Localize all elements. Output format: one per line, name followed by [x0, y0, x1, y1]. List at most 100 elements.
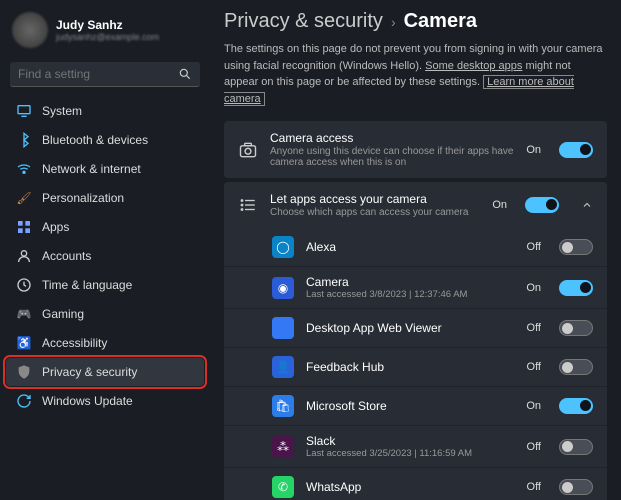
app-icon: 🛍 — [272, 395, 294, 417]
app-sub: Last accessed 3/8/2023 | 12:37:46 AM — [306, 289, 514, 300]
sidebar-item-bluetooth[interactable]: Bluetooth & devices — [6, 126, 204, 154]
app-toggle[interactable] — [559, 359, 593, 375]
search-input[interactable] — [18, 67, 178, 81]
app-toggle[interactable] — [559, 320, 593, 336]
user-profile[interactable]: Judy Sanhz judysanhz@example.com — [6, 8, 204, 58]
clock-icon — [16, 277, 32, 293]
sidebar-item-update[interactable]: Windows Update — [6, 387, 204, 415]
camera-access-title: Camera access — [270, 131, 514, 145]
app-icon: ◯ — [272, 236, 294, 258]
sidebar-item-wifi[interactable]: Network & internet — [6, 155, 204, 183]
access-icon: ♿ — [16, 335, 32, 351]
breadcrumb: Privacy & security › Camera — [224, 10, 607, 33]
sidebar-item-label: Personalization — [42, 191, 124, 205]
app-state: Off — [527, 441, 541, 453]
app-row: ✆ WhatsApp Off — [224, 467, 607, 500]
shield-icon — [16, 364, 32, 380]
sidebar-item-label: Privacy & security — [42, 365, 137, 379]
camera-access-state: On — [526, 144, 541, 156]
list-icon — [238, 195, 258, 215]
app-icon: ◉ — [272, 277, 294, 299]
avatar — [12, 12, 48, 48]
sidebar-item-label: Accessibility — [42, 336, 107, 350]
app-state: Off — [527, 361, 541, 373]
app-name: Feedback Hub — [306, 360, 515, 374]
breadcrumb-parent[interactable]: Privacy & security — [224, 10, 383, 33]
sidebar-item-label: Accounts — [42, 249, 91, 263]
app-toggle[interactable] — [559, 479, 593, 495]
app-row: ⁂ SlackLast accessed 3/25/2023 | 11:16:59… — [224, 425, 607, 467]
let-apps-toggle[interactable] — [525, 197, 559, 213]
camera-access-card: Camera access Anyone using this device c… — [224, 121, 607, 178]
sidebar-item-access[interactable]: ♿ Accessibility — [6, 329, 204, 357]
breadcrumb-current: Camera — [404, 10, 477, 33]
system-icon — [16, 103, 32, 119]
app-icon: ✆ — [272, 476, 294, 498]
sidebar-item-gaming[interactable]: 🎮Gaming — [6, 300, 204, 328]
wifi-icon — [16, 161, 32, 177]
desktop-apps-link[interactable]: Some desktop apps — [425, 60, 522, 72]
sidebar-item-apps[interactable]: Apps — [6, 213, 204, 241]
app-name: Camera — [306, 275, 514, 289]
app-icon: ⁂ — [272, 436, 294, 458]
apps-icon — [16, 219, 32, 235]
chevron-right-icon: › — [391, 14, 396, 30]
chevron-up-icon[interactable] — [581, 199, 593, 211]
camera-icon — [238, 140, 258, 160]
sidebar-item-label: Bluetooth & devices — [42, 133, 148, 147]
sidebar-item-label: Gaming — [42, 307, 84, 321]
update-icon — [16, 393, 32, 409]
sidebar-item-clock[interactable]: Time & language — [6, 271, 204, 299]
app-state: On — [526, 282, 541, 294]
let-apps-state: On — [492, 199, 507, 211]
camera-access-toggle[interactable] — [559, 142, 593, 158]
app-state: Off — [527, 322, 541, 334]
app-name: Desktop App Web Viewer — [306, 321, 515, 335]
user-email: judysanhz@example.com — [56, 32, 159, 42]
let-apps-row[interactable]: Let apps access your camera Choose which… — [224, 182, 607, 228]
sidebar-item-label: Apps — [42, 220, 69, 234]
bluetooth-icon — [16, 132, 32, 148]
app-toggle[interactable] — [559, 239, 593, 255]
app-sub: Last accessed 3/25/2023 | 11:16:59 AM — [306, 448, 515, 459]
app-state: Off — [527, 481, 541, 493]
app-row: Desktop App Web Viewer Off — [224, 308, 607, 347]
app-row: ◯ Alexa Off — [224, 228, 607, 266]
app-row: 👤 Feedback Hub Off — [224, 347, 607, 386]
sidebar-item-brush[interactable]: 🖌 Personalization — [6, 184, 204, 212]
let-apps-card: Let apps access your camera Choose which… — [224, 182, 607, 500]
user-name: Judy Sanhz — [56, 18, 159, 32]
app-toggle[interactable] — [559, 280, 593, 296]
let-apps-sub: Choose which apps can access your camera — [270, 207, 480, 218]
search-icon — [178, 67, 192, 81]
sidebar-item-label: Network & internet — [42, 162, 141, 176]
page-description: The settings on this page do not prevent… — [224, 41, 607, 107]
app-row: ◉ CameraLast accessed 3/8/2023 | 12:37:46… — [224, 266, 607, 308]
sidebar-item-account[interactable]: Accounts — [6, 242, 204, 270]
app-row: 🛍 Microsoft Store On — [224, 386, 607, 425]
app-toggle[interactable] — [559, 439, 593, 455]
app-name: Alexa — [306, 240, 515, 254]
camera-access-row[interactable]: Camera access Anyone using this device c… — [224, 121, 607, 178]
sidebar-item-label: System — [42, 104, 82, 118]
app-state: Off — [527, 241, 541, 253]
app-state: On — [526, 400, 541, 412]
account-icon — [16, 248, 32, 264]
app-icon — [272, 317, 294, 339]
sidebar-item-label: Windows Update — [42, 394, 133, 408]
sidebar-item-system[interactable]: System — [6, 97, 204, 125]
app-toggle[interactable] — [559, 398, 593, 414]
sidebar-item-shield[interactable]: Privacy & security — [6, 358, 204, 386]
app-list: ◯ Alexa Off ◉ CameraLast accessed 3/8/2023 |… — [224, 228, 607, 500]
app-icon: 👤 — [272, 356, 294, 378]
main-content: Privacy & security › Camera The settings… — [210, 0, 621, 500]
camera-access-sub: Anyone using this device can choose if t… — [270, 146, 514, 168]
app-name: Slack — [306, 434, 515, 448]
sidebar-item-label: Time & language — [42, 278, 132, 292]
app-name: Microsoft Store — [306, 399, 514, 413]
brush-icon: 🖌 — [16, 190, 32, 206]
let-apps-title: Let apps access your camera — [270, 192, 480, 206]
app-name: WhatsApp — [306, 480, 515, 494]
search-box[interactable] — [10, 62, 200, 87]
sidebar-nav: System Bluetooth & devices Network & inter… — [6, 97, 204, 415]
